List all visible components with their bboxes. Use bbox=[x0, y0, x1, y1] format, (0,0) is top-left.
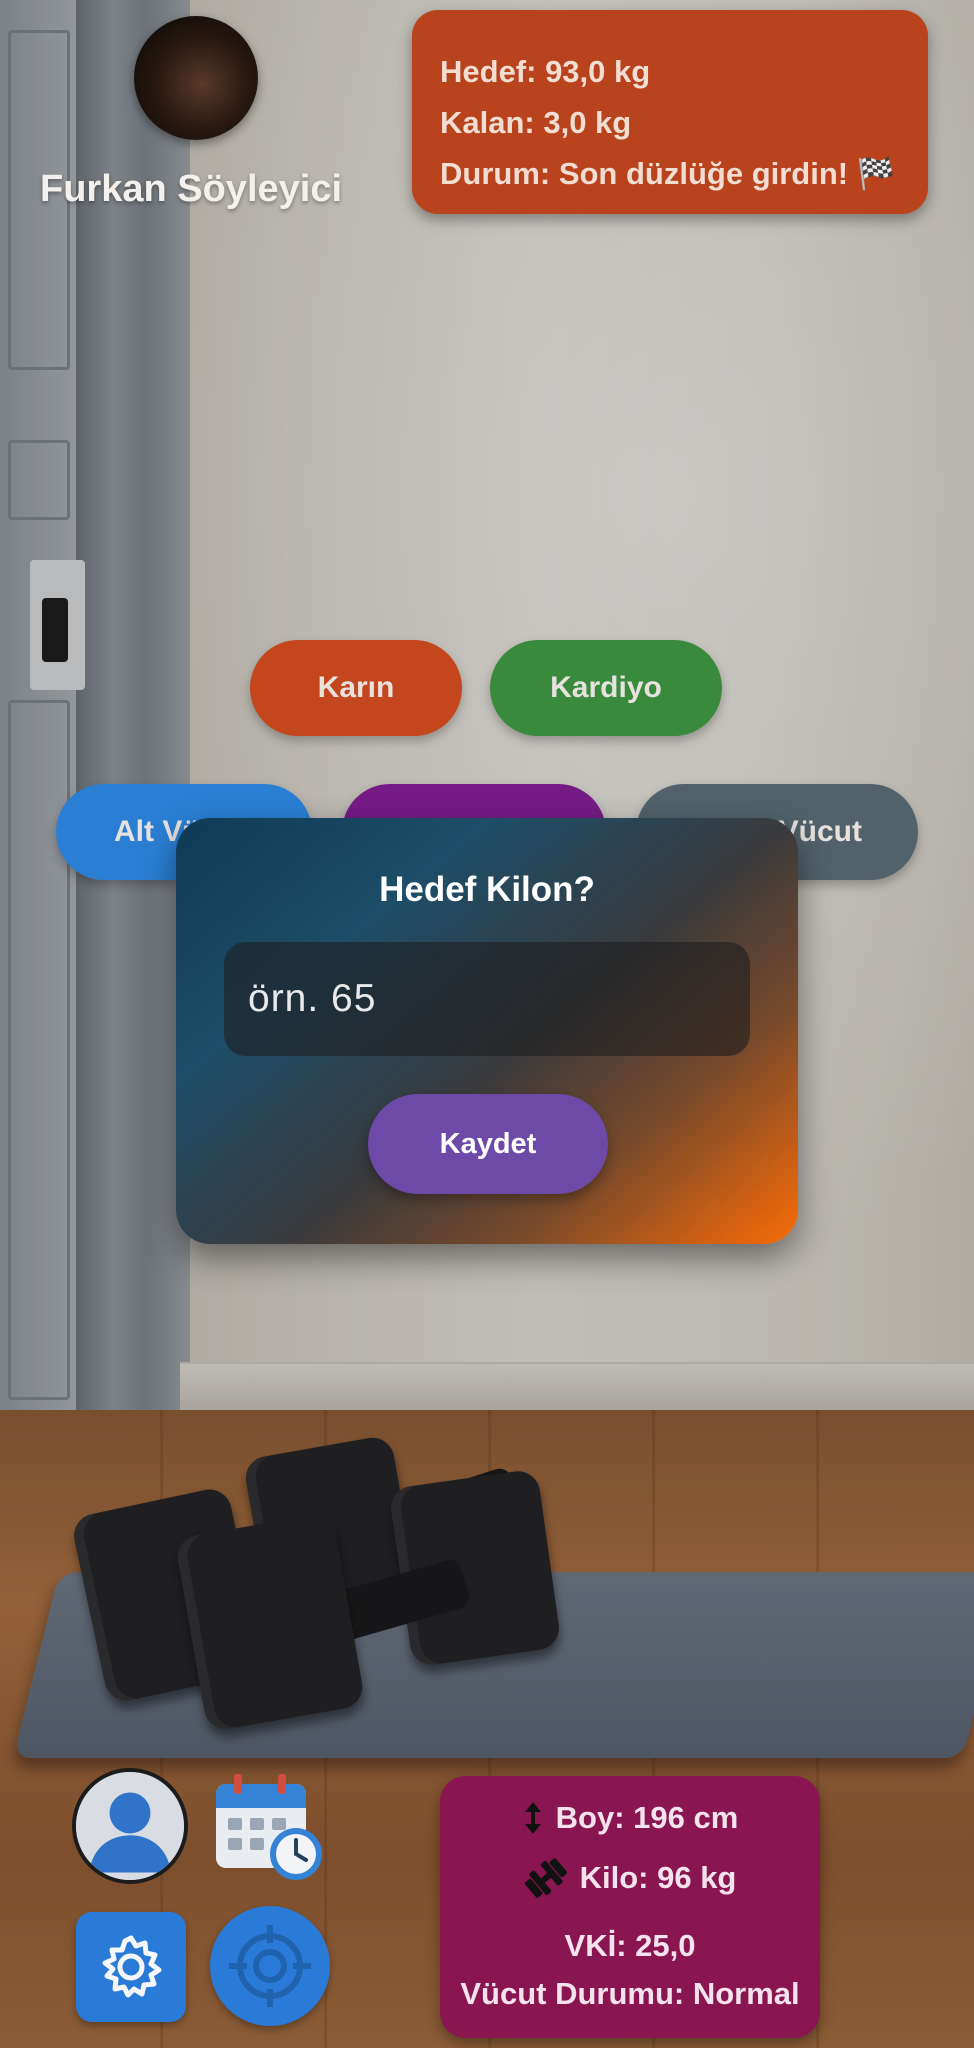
goal-card: Hedef: 93,0 kg Kalan: 3,0 kg Durum: Son … bbox=[412, 10, 928, 214]
input-placeholder: örn. 65 bbox=[248, 977, 377, 1020]
goal-status: Durum: Son düzlüğe girdin! 🏁 bbox=[440, 156, 896, 191]
weight-row: Kilo: 96 kg bbox=[440, 1858, 820, 1898]
settings-button[interactable] bbox=[76, 1912, 186, 2022]
bmi-value: VKİ: 25,0 bbox=[564, 1928, 696, 1963]
dumbbell-icon bbox=[524, 1858, 567, 1898]
body-stats-card: Boy: 196 cm Kilo: 96 kg VKİ: 25,0 Vücut … bbox=[440, 1776, 820, 2038]
height-value: Boy: 196 cm bbox=[555, 1800, 739, 1835]
profile-photo[interactable] bbox=[134, 16, 258, 140]
save-button[interactable]: Kaydet bbox=[368, 1094, 608, 1194]
bmi-row: VKİ: 25,0 bbox=[440, 1928, 820, 1964]
calendar-clock-icon bbox=[216, 1774, 322, 1880]
profile-button[interactable] bbox=[72, 1768, 188, 1884]
category-karin-button[interactable]: Karın bbox=[250, 640, 462, 736]
height-row: Boy: 196 cm bbox=[440, 1800, 820, 1836]
user-name: Furkan Söyleyici bbox=[40, 168, 343, 210]
body-status-row: Vücut Durumu: Normal bbox=[440, 1976, 820, 2012]
body-status-value: Vücut Durumu: Normal bbox=[460, 1976, 800, 2011]
target-weight-input[interactable]: örn. 65 bbox=[224, 942, 750, 1056]
dialog-title: Hedef Kilon? bbox=[379, 870, 595, 909]
weight-value: Kilo: 96 kg bbox=[579, 1860, 737, 1895]
target-weight-dialog: Hedef Kilon? örn. 65 Kaydet bbox=[176, 818, 798, 1244]
goal-remaining: Kalan: 3,0 kg bbox=[440, 105, 632, 140]
target-icon bbox=[229, 1925, 311, 2007]
user-avatar-icon bbox=[76, 1772, 184, 1880]
target-button[interactable] bbox=[210, 1906, 330, 2026]
vertical-arrows-icon bbox=[524, 1802, 541, 1834]
category-kardiyo-button[interactable]: Kardiyo bbox=[490, 640, 722, 736]
calendar-button[interactable] bbox=[212, 1770, 324, 1882]
goal-target: Hedef: 93,0 kg bbox=[440, 54, 651, 89]
gear-icon bbox=[102, 1935, 162, 1998]
